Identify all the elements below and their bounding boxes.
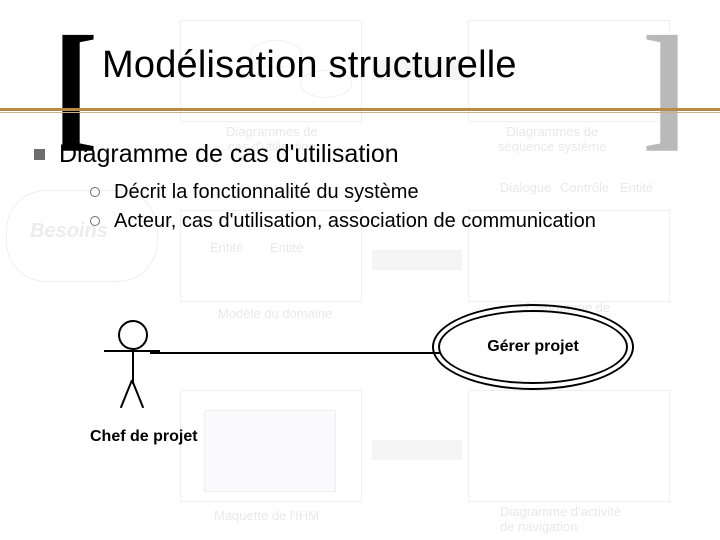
slide-title: Modélisation structurelle — [102, 44, 680, 87]
usecase-diagram: Chef de projet Gérer projet — [108, 300, 628, 500]
title-block: [ ] Modélisation structurelle — [60, 44, 680, 91]
bracket-left-icon: [ — [52, 16, 99, 156]
bullet-level1: Diagramme de cas d'utilisation — [34, 140, 700, 169]
circle-bullet-icon — [90, 187, 100, 197]
association-line — [150, 352, 460, 354]
usecase-ellipse: Gérer projet — [438, 310, 628, 384]
title-rule-thin — [0, 112, 720, 113]
usecase-label: Gérer projet — [487, 338, 579, 356]
actor-leg-icon — [131, 380, 144, 409]
bullet1-text: Diagramme de cas d'utilisation — [59, 140, 399, 169]
wm-mockup: Maquette de l'IHM — [214, 508, 319, 523]
bracket-right-icon: ] — [641, 16, 688, 156]
bullet-level2: Acteur, cas d'utilisation, association d… — [90, 210, 700, 233]
actor-stick-figure: Chef de projet — [118, 320, 148, 384]
actor-leg-icon — [120, 380, 133, 409]
body: Diagramme de cas d'utilisation Décrit la… — [34, 140, 700, 239]
bullet-level2: Décrit la fonctionnalité du système — [90, 181, 700, 204]
usecase-inner: Gérer projet — [438, 310, 628, 384]
title-rule — [0, 108, 720, 111]
actor-head-icon — [118, 320, 148, 350]
wm-nav: Diagramme d'activité de navigation — [500, 504, 621, 534]
circle-bullet-icon — [90, 216, 100, 226]
slide: Besoins Diagrammes de cas d'utilisation … — [0, 0, 720, 540]
square-bullet-icon — [34, 149, 45, 160]
sub1-text: Décrit la fonctionnalité du système — [114, 181, 419, 204]
sub-bullets: Décrit la fonctionnalité du système Acte… — [90, 181, 700, 233]
sub2-text: Acteur, cas d'utilisation, association d… — [114, 210, 596, 233]
actor-label: Chef de projet — [90, 428, 198, 446]
